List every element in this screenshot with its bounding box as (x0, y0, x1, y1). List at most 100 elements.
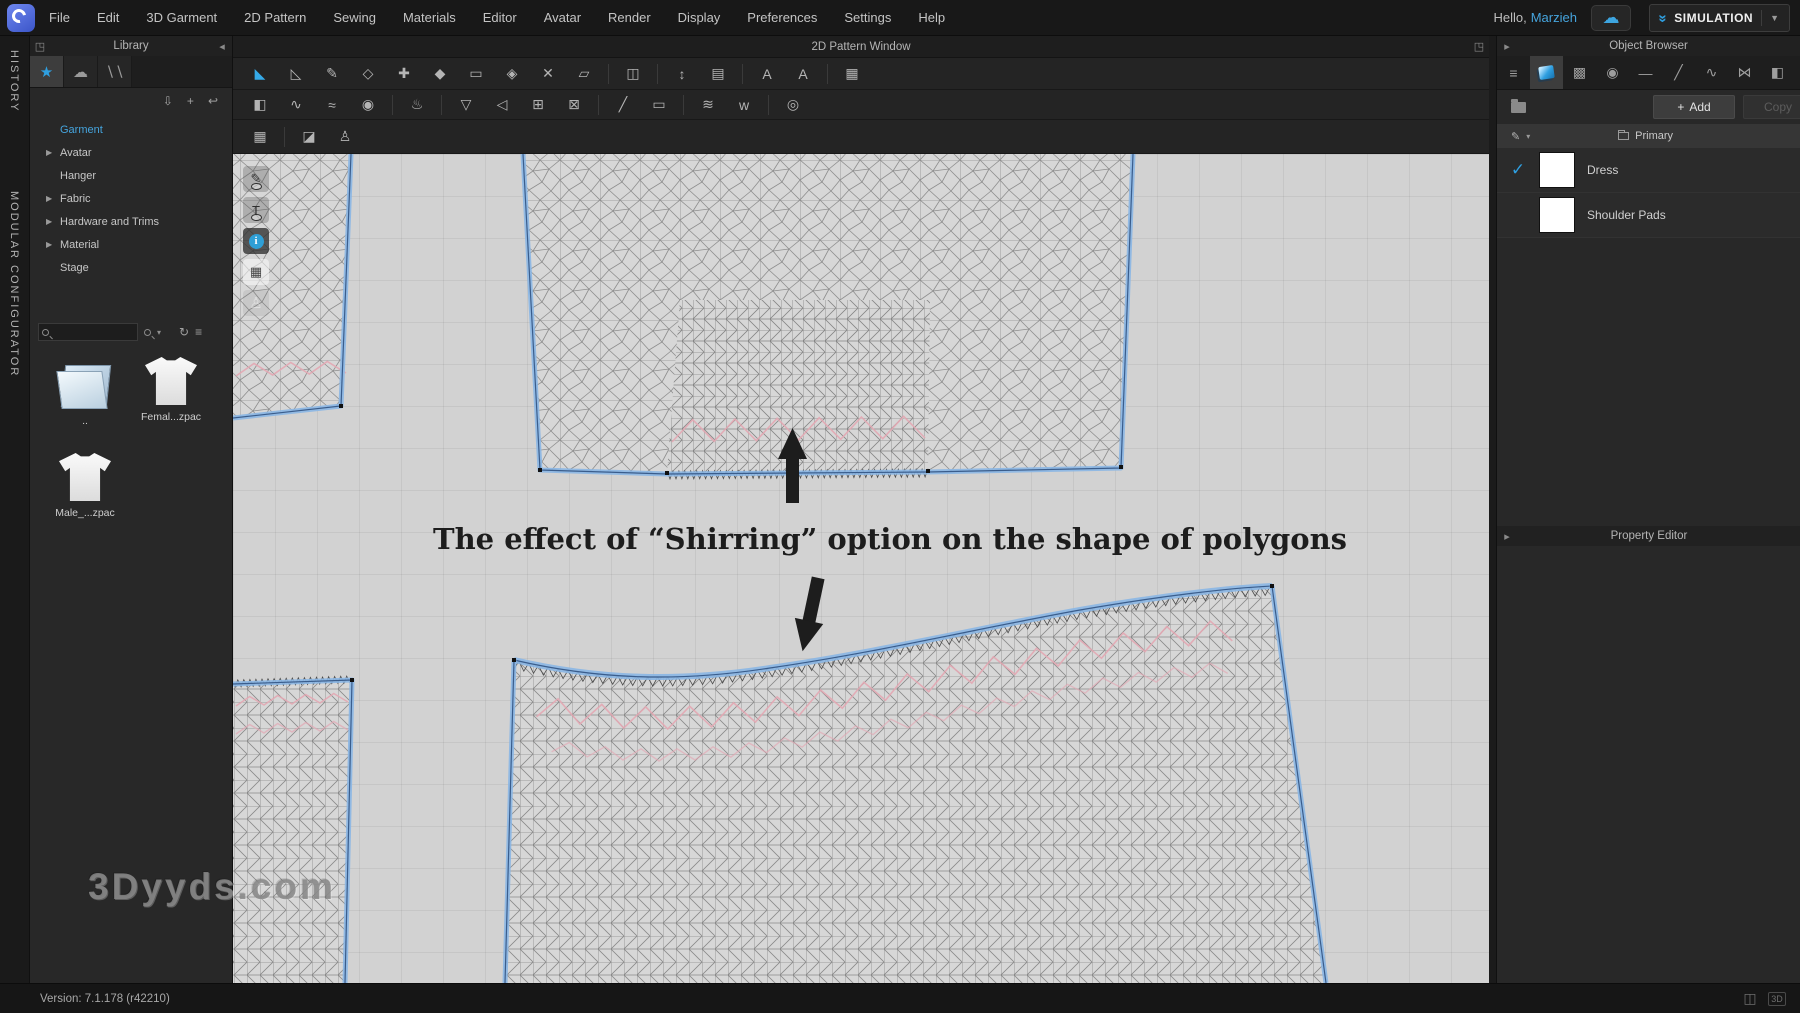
trims-tab[interactable]: ∖∖ (98, 56, 132, 87)
segment-sewing-tool[interactable]: ◧ (245, 93, 275, 117)
fabric-swatch[interactable] (1539, 152, 1575, 188)
menu-3d-garment[interactable]: 3D Garment (146, 10, 217, 25)
text-tool[interactable]: A (752, 62, 782, 86)
fabric-item-dress[interactable]: ✓Dress (1497, 148, 1800, 193)
button-tab[interactable]: ◉ (1596, 56, 1629, 89)
library-tree-item-hardware-and-trims[interactable]: ▶Hardware and Trims (30, 210, 232, 233)
favorites-tab[interactable]: ★ (30, 56, 64, 87)
transform-pattern-tool[interactable]: ◣ (245, 62, 275, 86)
fabric-item-shoulder-pads[interactable]: Shoulder Pads (1497, 193, 1800, 238)
item-checkmark-icon[interactable]: ✓ (1497, 160, 1539, 180)
search-input[interactable] (49, 326, 129, 339)
basting-tool[interactable]: ▭ (644, 93, 674, 117)
menu-render[interactable]: Render (608, 10, 651, 25)
list-view-icon[interactable]: ≡ (195, 325, 202, 339)
fabric-swatch[interactable] (1539, 197, 1575, 233)
menu-sewing[interactable]: Sewing (333, 10, 376, 25)
menu-2d-pattern[interactable]: 2D Pattern (244, 10, 306, 25)
sync-pattern-alt-tool[interactable]: ⊠ (559, 93, 589, 117)
menu-edit[interactable]: Edit (97, 10, 119, 25)
expand-arrow-icon[interactable]: ▶ (46, 148, 60, 157)
library-file-femal-zpac[interactable]: Femal...zpac (128, 357, 214, 427)
show-avatar-tool[interactable]: ♙ (330, 125, 360, 149)
add-point-tool[interactable]: ✚ (389, 62, 419, 86)
fold-arrangement-tool[interactable]: ◫ (618, 62, 648, 86)
mn-sewing-tool[interactable]: ≈ (317, 93, 347, 117)
cloud-account-button[interactable]: ☁ (1591, 5, 1631, 31)
detect-sewing-tool[interactable]: ◉ (353, 93, 383, 117)
pattern-piece-top-center[interactable] (523, 154, 1133, 479)
library-tree-item-avatar[interactable]: ▶Avatar (30, 141, 232, 164)
grid-table-tool[interactable]: ▦ (837, 62, 867, 86)
avatar-tab[interactable]: ◧ (1761, 56, 1794, 89)
show-quilting-toggle[interactable]: ▦ (243, 259, 269, 285)
expand-arrow-icon[interactable]: ▶ (46, 194, 60, 203)
steam-iron-tool[interactable]: ♨ (402, 93, 432, 117)
expand-arrow-icon[interactable]: ▶ (46, 217, 60, 226)
copy-button[interactable]: Copy (1743, 95, 1800, 119)
shirring-tool[interactable]: ≋ (693, 93, 723, 117)
remove-stitch-tool[interactable]: ✕ (533, 62, 563, 86)
edit-pencil-icon[interactable]: ✎ (1511, 130, 1520, 143)
download-icon[interactable]: ⇩ (163, 94, 173, 108)
stitch-tab[interactable]: ╱ (1662, 56, 1695, 89)
library-tree-item-material[interactable]: ▶Material (30, 233, 232, 256)
menu-file[interactable]: File (49, 10, 70, 25)
history-tab[interactable]: HISTORY (8, 50, 20, 113)
menu-settings[interactable]: Settings (844, 10, 891, 25)
pattern-piece-bottom-left[interactable] (233, 676, 352, 983)
fabric-tab[interactable] (1530, 56, 1563, 89)
texture-tab[interactable]: ▩ (1563, 56, 1596, 89)
library-tree-item-fabric[interactable]: ▶Fabric (30, 187, 232, 210)
quilting-tool[interactable]: ▦ (245, 125, 275, 149)
show-sketch-toggle[interactable]: ✎ (243, 166, 269, 192)
trim-tab[interactable]: ⋈ (1728, 56, 1761, 89)
pattern-measure-tool[interactable]: ↕ (667, 62, 697, 86)
show-garment-toggle[interactable]: T (243, 197, 269, 223)
internal-line-tool[interactable]: ╱ (608, 93, 638, 117)
retrieve-pattern-tool[interactable]: ◪ (294, 125, 324, 149)
puckering-tab[interactable]: ∿ (1695, 56, 1728, 89)
sync-pattern-tool[interactable]: ⊞ (523, 93, 553, 117)
menu-help[interactable]: Help (918, 10, 945, 25)
add-folder-icon[interactable]: + (187, 94, 194, 108)
cloud-tab[interactable]: ☁ (64, 56, 98, 87)
text-small-tool[interactable]: A (788, 62, 818, 86)
simulation-button[interactable]: » SIMULATION ▼ (1649, 4, 1790, 32)
polygon-tool[interactable]: ◆ (425, 62, 455, 86)
trace-tool[interactable]: ▱ (569, 62, 599, 86)
expand-arrow-icon[interactable]: ▶ (46, 240, 60, 249)
library-tree-item-garment[interactable]: Garment (30, 118, 232, 141)
search-options-icon[interactable] (144, 329, 151, 336)
library-file-male-zpac[interactable]: Male_...zpac (42, 453, 128, 519)
pattern-info-toggle[interactable]: i (243, 228, 269, 254)
refresh-icon[interactable]: ↻ (179, 325, 189, 339)
show-scale-toggle[interactable]: ♙ (243, 290, 269, 316)
fabric-group-row[interactable]: ✎ ▾ Primary (1497, 124, 1800, 148)
library-tree-item-hanger[interactable]: Hanger (30, 164, 232, 187)
simulation-dropdown-caret[interactable]: ▼ (1770, 13, 1779, 23)
menu-editor[interactable]: Editor (483, 10, 517, 25)
edit-curvature-tool[interactable]: ✎ (317, 62, 347, 86)
edit-curve-point-tool[interactable]: ◇ (353, 62, 383, 86)
3d-window-icon[interactable]: 3D (1768, 992, 1786, 1006)
fold-3d-pattern-tool[interactable]: ▽ (451, 93, 481, 117)
menu-display[interactable]: Display (678, 10, 721, 25)
free-sewing-tool[interactable]: ∿ (281, 93, 311, 117)
library-dock-icon[interactable]: ◂ (212, 40, 232, 53)
panels-icon[interactable]: ◫ (1741, 992, 1759, 1006)
library-tree-item-stage[interactable]: Stage (30, 256, 232, 279)
clo-logo-icon[interactable] (7, 4, 35, 32)
reset-2d-arrangement-tool[interactable]: ◁ (487, 93, 517, 117)
pattern-canvas[interactable]: ✎Ti▦♙ The effect of “Shirring” option on… (233, 154, 1489, 983)
modular-configurator-tab[interactable]: MODULAR CONFIGURATOR (8, 191, 20, 377)
scene-list-tab[interactable]: ≡ (1497, 56, 1530, 89)
library-file-parent-folder[interactable]: .. (42, 357, 128, 427)
back-icon[interactable]: ↩ (208, 94, 218, 108)
library-popout-icon[interactable]: ◳ (30, 40, 50, 53)
pattern-piece-bottom-center[interactable] (505, 586, 1326, 983)
search-box[interactable] (38, 323, 138, 341)
pattern-window-popout-icon[interactable]: ◳ (1469, 40, 1489, 53)
rectangle-tool[interactable]: ▭ (461, 62, 491, 86)
menu-preferences[interactable]: Preferences (747, 10, 817, 25)
